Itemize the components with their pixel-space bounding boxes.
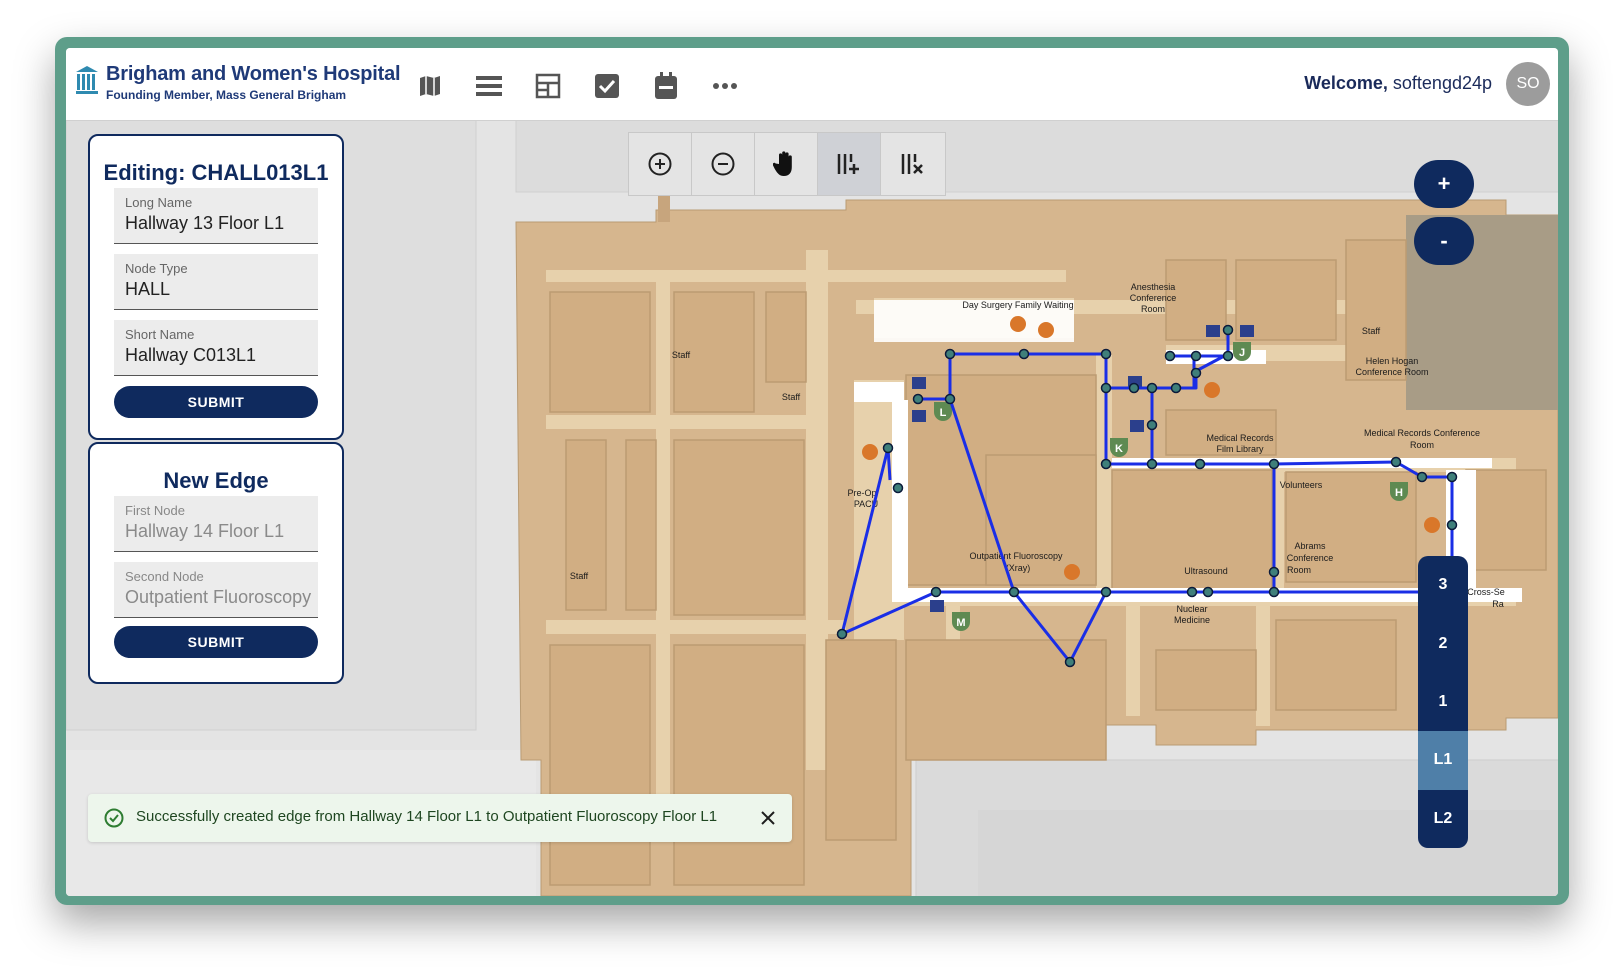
label-abrams-2: Conference [1287,553,1334,563]
floor-button-3[interactable]: 3 [1418,556,1468,614]
zoom-out-button[interactable]: - [1414,217,1474,265]
label-abrams-1: Abrams [1294,541,1326,551]
checkbox-icon[interactable] [589,68,625,104]
edit-submit-button[interactable]: SUBMIT [114,386,318,418]
label-medical-records-film-1: Medical Records [1206,433,1274,443]
label-ultrasound: Ultrasound [1184,566,1228,576]
layout-icon[interactable] [530,68,566,104]
brand-name: Brigham and Women's Hospital [106,63,401,85]
svg-text:H: H [1395,487,1403,499]
svg-text:K: K [1115,443,1123,455]
floor-button-2[interactable]: 2 [1418,614,1468,672]
svg-text:J: J [1239,347,1245,359]
edit-node-panel: Editing: CHALL013L1 Long Name Hallway 13… [88,134,344,440]
label-nuclear-1: Nuclear [1176,604,1207,614]
check-circle-icon [104,808,124,828]
long-name-field[interactable]: Long Name Hallway 13 Floor L1 [114,188,318,244]
avatar[interactable]: SO [1506,62,1550,106]
edit-node-title: Editing: CHALL013L1 [103,160,329,185]
new-edge-panel: New Edge First Node Hallway 14 Floor L1 … [88,442,344,684]
label-anesthesia-3: Room [1141,304,1165,314]
floor-button-1[interactable]: 1 [1418,673,1468,731]
label-anesthesia-2: Conference [1130,293,1177,303]
edge-submit-button[interactable]: SUBMIT [114,626,318,658]
short-name-label: Short Name [125,327,195,342]
second-node-field[interactable]: Second Node Outpatient Fluoroscopy [114,562,318,618]
short-name-value: Hallway C013L1 [125,345,257,365]
remove-edge-tool[interactable] [881,133,944,195]
label-medical-records-conf-1: Medical Records Conference [1364,428,1480,438]
username: softengd24p [1392,73,1492,93]
app-window: Brigham and Women's Hospital Founding Me… [66,48,1558,896]
add-edge-tool[interactable] [818,133,881,195]
label-pre-op-1: Pre-Op [847,488,876,498]
success-toast: Successfully created edge from Hallway 1… [88,794,792,842]
label-day-surgery: Day Surgery Family Waiting [962,300,1073,310]
zoom-in-button[interactable]: + [1414,160,1474,208]
toast-message: Successfully created edge from Hallway 1… [136,808,718,825]
label-outpatient-fluoro-1: Outpatient Fluoroscopy [969,551,1063,561]
new-edge-title: New Edge [163,468,269,493]
label-helen-hogan-2: Conference Room [1355,367,1428,377]
elevator-badge-m: M [952,612,970,631]
floor-button-l2[interactable]: L2 [1418,790,1468,848]
label-staff-3: Staff [782,392,801,402]
svg-text:L: L [940,407,947,419]
label-staff-1: Staff [1362,326,1381,336]
label-cross-sec-2: Ra [1492,599,1504,609]
label-anesthesia-1: Anesthesia [1131,282,1176,292]
elevator-badge-k: K [1110,438,1128,457]
label-medical-records-film-2: Film Library [1216,444,1264,454]
add-edge-icon [837,154,859,174]
map-icon[interactable] [412,68,448,104]
welcome-prefix: Welcome, [1304,73,1388,93]
label-volunteers: Volunteers [1280,480,1323,490]
hospital-logo-icon [76,66,98,94]
calendar-icon[interactable] [648,68,684,104]
second-node-label: Second Node [125,569,204,584]
label-cross-sec: Cross-Se [1467,587,1505,597]
pan-hand-icon [773,151,792,176]
first-node-field[interactable]: First Node Hallway 14 Floor L1 [114,496,318,552]
label-outpatient-fluoro-2: (Xray) [1006,563,1031,573]
label-abrams-3: Room [1287,565,1311,575]
more-icon[interactable] [707,68,743,104]
brand-subtitle: Founding Member, Mass General Brigham [106,88,347,102]
close-icon[interactable] [758,808,778,828]
map-canvas[interactable]: Day Surgery Family Waiting Anesthesia Co… [66,120,1558,896]
svg-text:M: M [956,617,965,629]
zoom-out-tool[interactable] [692,133,755,195]
label-nuclear-2: Medicine [1174,615,1210,625]
label-staff-2: Staff [672,350,691,360]
floor-selector: 3 2 1 L1 L2 [1418,556,1468,848]
first-node-value: Hallway 14 Floor L1 [125,521,285,541]
zoom-in-tool[interactable] [629,133,692,195]
second-node-value: Outpatient Fluoroscopy [125,587,312,607]
floor-button-l1[interactable]: L1 [1418,731,1468,790]
elevator-badge-l: L [934,402,952,421]
list-icon[interactable] [471,68,507,104]
short-name-field[interactable]: Short Name Hallway C013L1 [114,320,318,376]
first-node-label: First Node [125,503,185,518]
zoom-in-icon [648,152,672,176]
label-staff-4: Staff [570,571,589,581]
long-name-value: Hallway 13 Floor L1 [125,213,285,233]
node-type-value: HALL [125,279,171,299]
label-medical-records-conf-2: Room [1410,440,1434,450]
map-toolbar [628,132,946,196]
elevator-badge-h: H [1390,482,1408,501]
node-type-field[interactable]: Node Type HALL [114,254,318,310]
welcome-text: Welcome, softengd24p [1304,73,1492,94]
elevator-badge-j: J [1233,342,1251,361]
long-name-label: Long Name [125,195,193,210]
remove-edge-icon [901,154,923,174]
pan-tool[interactable] [755,133,818,195]
label-helen-hogan-1: Helen Hogan [1366,356,1419,366]
node-type-label: Node Type [125,261,188,276]
top-navbar: Brigham and Women's Hospital Founding Me… [66,48,1558,121]
zoom-out-icon [711,152,735,176]
